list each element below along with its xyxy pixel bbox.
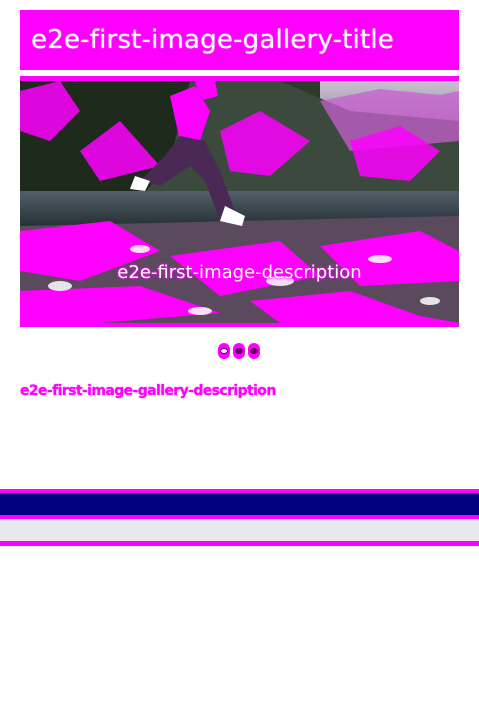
- gallery-description: e2e-first-image-gallery-description: [20, 383, 276, 399]
- dot-icon: [250, 348, 258, 354]
- gallery-pagination: [218, 343, 260, 359]
- gallery-slide-image: [20, 81, 459, 323]
- gallery-title-bar: e2e-first-image-gallery-title: [20, 10, 459, 70]
- gallery-slide[interactable]: e2e-first-image-description: [20, 76, 459, 327]
- dot-icon: [220, 348, 228, 354]
- pagination-dot-1[interactable]: [218, 343, 230, 359]
- slide-caption: e2e-first-image-description: [117, 262, 362, 283]
- footer-band-grey: [0, 519, 479, 541]
- pagination-dot-3[interactable]: [248, 343, 260, 359]
- dot-icon: [235, 348, 243, 354]
- pagination-dot-2[interactable]: [233, 343, 245, 359]
- footer-band-navy: [0, 493, 479, 515]
- gallery-title: e2e-first-image-gallery-title: [31, 25, 394, 55]
- footer-divider-bottom: [0, 541, 479, 546]
